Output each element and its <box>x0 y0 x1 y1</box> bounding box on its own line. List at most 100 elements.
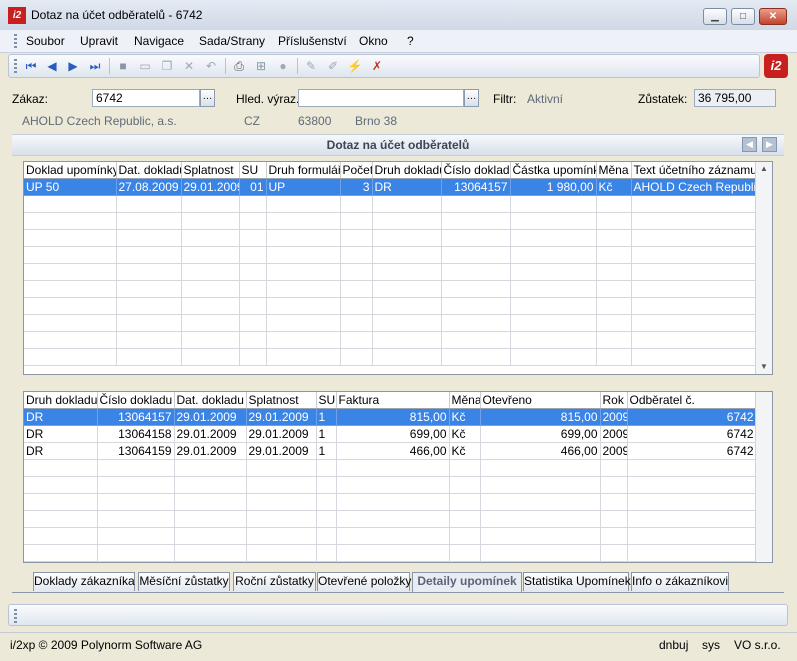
table-cell[interactable]: 1 <box>316 425 337 443</box>
table-cell[interactable] <box>441 280 511 298</box>
table-cell[interactable] <box>97 459 175 477</box>
table-cell[interactable] <box>266 263 341 281</box>
table-cell[interactable] <box>24 331 117 349</box>
maximize-button[interactable]: □ <box>731 8 755 25</box>
table-cell[interactable] <box>510 263 597 281</box>
menu-navigace[interactable]: Navigace <box>134 34 184 48</box>
table-cell[interactable] <box>239 331 267 349</box>
table-cell[interactable] <box>441 229 511 247</box>
table-cell[interactable]: 13064159 <box>97 442 175 460</box>
table-cell[interactable] <box>97 544 175 562</box>
table-cell[interactable] <box>480 510 601 528</box>
table-cell[interactable] <box>97 510 175 528</box>
menu-upravit[interactable]: Upravit <box>80 34 118 48</box>
empty-row[interactable] <box>24 476 757 494</box>
table-cell[interactable] <box>239 212 267 230</box>
search-input[interactable] <box>298 89 464 107</box>
table-cell[interactable]: 1 980,00 <box>510 178 597 196</box>
table-cell[interactable] <box>24 212 117 230</box>
table-cell[interactable] <box>600 527 628 545</box>
table-cell[interactable] <box>596 229 632 247</box>
table-cell[interactable] <box>246 459 317 477</box>
table-cell[interactable]: 6742 <box>627 408 757 426</box>
table-cell[interactable]: 466,00 <box>480 442 601 460</box>
table-cell[interactable] <box>631 195 757 213</box>
table-cell[interactable] <box>24 493 98 511</box>
table-cell[interactable] <box>340 297 373 315</box>
table-cell[interactable] <box>316 510 337 528</box>
table-cell[interactable]: 699,00 <box>336 425 450 443</box>
last-record-icon[interactable]: ⏭ <box>87 58 103 74</box>
table-cell[interactable] <box>336 527 450 545</box>
close-button[interactable]: ✕ <box>759 8 787 25</box>
column-header[interactable]: Číslo dokladu <box>441 162 511 179</box>
edit-icon[interactable]: ✎ <box>303 58 319 74</box>
table-cell[interactable]: UP 50 <box>24 178 117 196</box>
table-cell[interactable]: 29.01.2009 <box>174 425 247 443</box>
table-cell[interactable] <box>24 229 117 247</box>
table-cell[interactable] <box>246 527 317 545</box>
table-cell[interactable] <box>372 331 442 349</box>
table-cell[interactable] <box>181 280 240 298</box>
table-cell[interactable] <box>24 297 117 315</box>
table-cell[interactable] <box>441 195 511 213</box>
table-cell[interactable] <box>372 229 442 247</box>
empty-row[interactable] <box>24 297 757 315</box>
column-header[interactable]: Dat. dokladu <box>116 162 182 179</box>
table-cell[interactable]: Kč <box>449 408 481 426</box>
table-cell[interactable] <box>441 314 511 332</box>
table-cell[interactable] <box>510 195 597 213</box>
table-cell[interactable]: DR <box>24 442 98 460</box>
table-cell[interactable] <box>631 229 757 247</box>
table-cell[interactable] <box>239 263 267 281</box>
table-cell[interactable] <box>266 348 341 366</box>
table-cell[interactable] <box>596 263 632 281</box>
table-cell[interactable] <box>181 246 240 264</box>
table-cell[interactable] <box>336 510 450 528</box>
column-header[interactable]: Rok <box>600 392 628 409</box>
table-cell[interactable] <box>441 246 511 264</box>
tree-icon[interactable]: ⊞ <box>253 58 269 74</box>
table-cell[interactable] <box>316 527 337 545</box>
table-cell[interactable] <box>246 493 317 511</box>
undo-icon[interactable]: ↶ <box>203 58 219 74</box>
table-cell[interactable] <box>116 246 182 264</box>
table-cell[interactable] <box>266 246 341 264</box>
empty-row[interactable] <box>24 195 757 213</box>
table-cell[interactable] <box>631 297 757 315</box>
empty-row[interactable] <box>24 510 757 528</box>
column-header[interactable]: Odběratel č. <box>627 392 757 409</box>
table-cell[interactable] <box>239 297 267 315</box>
table-row[interactable]: DR 13064158 29.01.2009 29.01.2009 1 699,00 Kč 6… <box>24 425 757 443</box>
table-cell[interactable] <box>266 331 341 349</box>
save-icon[interactable]: ■ <box>115 58 131 74</box>
table-cell[interactable] <box>116 263 182 281</box>
table-cell[interactable]: 29.01.2009 <box>246 425 317 443</box>
table-cell[interactable] <box>596 314 632 332</box>
table-cell[interactable] <box>510 280 597 298</box>
table-cell[interactable] <box>181 297 240 315</box>
table-cell[interactable]: 01 <box>239 178 267 196</box>
table-cell[interactable] <box>631 280 757 298</box>
table-cell[interactable] <box>246 510 317 528</box>
table-cell[interactable] <box>24 348 117 366</box>
table-cell[interactable] <box>510 229 597 247</box>
table-cell[interactable]: Kč <box>449 442 481 460</box>
menu-sada-strany[interactable]: Sada/Strany <box>199 34 265 48</box>
table-cell[interactable]: 29.01.2009 <box>246 408 317 426</box>
table-cell[interactable]: 1 <box>316 408 337 426</box>
empty-row[interactable] <box>24 246 757 264</box>
menu-grip-icon[interactable] <box>14 34 17 48</box>
table-cell[interactable]: 2009 <box>600 425 628 443</box>
table-cell[interactable] <box>480 527 601 545</box>
table-cell[interactable] <box>316 459 337 477</box>
table-cell[interactable] <box>372 195 442 213</box>
table-cell[interactable] <box>480 459 601 477</box>
table-cell[interactable] <box>174 544 247 562</box>
table-cell[interactable]: 1 <box>316 442 337 460</box>
panel-next-icon[interactable]: ▶ <box>762 137 777 152</box>
table-cell[interactable] <box>174 476 247 494</box>
table-cell[interactable] <box>340 331 373 349</box>
table-cell[interactable] <box>631 348 757 366</box>
prev-record-icon[interactable]: ◀ <box>44 58 60 74</box>
